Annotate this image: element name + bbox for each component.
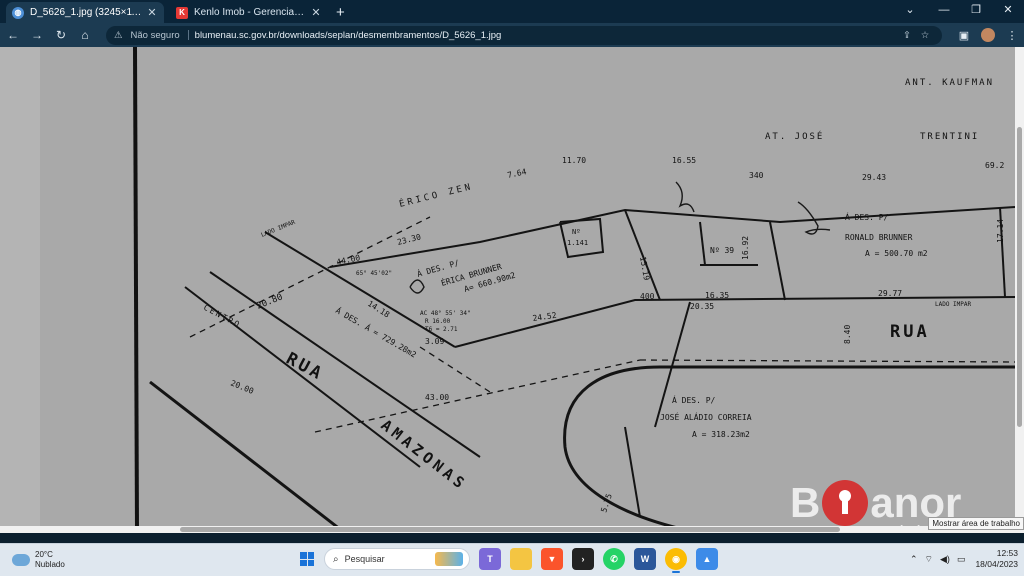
close-window-button[interactable]: ✕ xyxy=(992,0,1024,23)
word-icon[interactable]: W xyxy=(634,548,656,570)
star-icon[interactable]: ☆ xyxy=(916,30,934,41)
warning-icon[interactable]: ⚠ xyxy=(114,30,123,41)
image-viewer: ANT. KAUFMAN AT. JOSÉ TRENTINI ÉRICO ZEN… xyxy=(0,47,1024,533)
scroll-thumb[interactable] xyxy=(180,527,840,532)
measure-label: 400 xyxy=(640,292,655,301)
chrome-icon[interactable]: ◉ xyxy=(665,548,687,573)
close-tab-icon[interactable]: ✕ xyxy=(310,6,322,19)
menu-icon[interactable]: ⋮ xyxy=(1000,29,1024,42)
tab-strip: ◍ D_5626_1.jpg (3245×1146) ✕ K Kenlo Imo… xyxy=(0,0,1024,23)
lot-label: RONALD BRUNNER xyxy=(845,233,913,242)
measure-label: 29.77 xyxy=(878,289,902,298)
angle-note: R 16.00 xyxy=(425,318,451,325)
minimize-button[interactable]: — xyxy=(928,0,960,23)
measure-label: 43.00 xyxy=(425,393,449,402)
lot-label: A = 318.23m2 xyxy=(692,430,750,439)
search-icon: ⌕ xyxy=(333,553,339,565)
home-button[interactable]: ⌂ xyxy=(74,28,96,42)
measure-label: 16.55 xyxy=(672,156,696,165)
sidebar-icon[interactable]: ▣ xyxy=(952,29,976,42)
url-text[interactable]: blumenau.sc.gov.br/downloads/seplan/desm… xyxy=(195,30,898,41)
keyhole-icon xyxy=(822,480,869,526)
maximize-button[interactable]: ❐ xyxy=(960,0,992,23)
lot-label: A = 500.70 m2 xyxy=(865,249,928,258)
measure-label: 17.14 xyxy=(996,219,1005,243)
tab-title: D_5626_1.jpg (3245×1146) xyxy=(30,7,146,18)
kenlo-icon: K xyxy=(176,6,188,19)
lot-number: 1.141 xyxy=(567,239,588,247)
measure-label: 69.2 xyxy=(985,161,1004,170)
tab-search-button[interactable]: ⌄ xyxy=(892,0,928,23)
photos-icon[interactable]: ▲ xyxy=(696,548,718,570)
street-name: RUA xyxy=(890,322,930,342)
wifi-icon[interactable]: ⌔ xyxy=(925,554,933,565)
system-tray: ⌃ ⌔ ◀) ▭ 12:53 18/04/2023 xyxy=(903,548,1018,570)
margin-line xyxy=(133,47,139,533)
divider xyxy=(187,30,189,40)
tooltip: Mostrar área de trabalho xyxy=(928,517,1024,530)
address-bar[interactable]: ⚠ Não seguro blumenau.sc.gov.br/download… xyxy=(106,25,942,45)
weather-widget[interactable]: 20°C Nublado xyxy=(12,550,65,570)
clock-date: 18/04/2023 xyxy=(975,559,1018,569)
whatsapp-icon[interactable]: ✆ xyxy=(603,548,625,570)
paper-area xyxy=(0,47,1015,533)
clock[interactable]: 12:53 18/04/2023 xyxy=(975,548,1018,570)
back-button[interactable]: ← xyxy=(2,28,24,42)
brave-icon[interactable]: ▼ xyxy=(541,548,563,570)
vertical-scrollbar[interactable] xyxy=(1015,47,1024,533)
tab-image[interactable]: ◍ D_5626_1.jpg (3245×1146) ✕ xyxy=(6,2,164,23)
measure-label: 340 xyxy=(749,171,764,180)
lot-number: Nº 39 xyxy=(710,246,734,255)
measure-label: 20.35 xyxy=(690,302,714,311)
file-explorer-icon[interactable] xyxy=(510,548,532,570)
lot-number: Nº xyxy=(572,228,580,236)
lot-label: JOSÉ ALÁDIO CORREIA xyxy=(660,411,752,422)
measure-label: 16.35 xyxy=(705,291,729,300)
search-placeholder: Pesquisar xyxy=(344,554,385,564)
measure-label: 11.70 xyxy=(562,156,586,165)
owner-label: TRENTINI xyxy=(920,132,979,142)
close-tab-icon[interactable]: ✕ xyxy=(146,6,158,19)
window-controls: ⌄ — ❐ ✕ xyxy=(892,0,1024,23)
globe-icon: ◍ xyxy=(12,6,24,19)
security-label[interactable]: Não seguro xyxy=(131,30,180,41)
watermark-brand: B xyxy=(790,479,821,526)
profile-avatar[interactable] xyxy=(981,28,995,42)
share-icon[interactable]: ⇪ xyxy=(898,30,916,41)
cloud-icon xyxy=(12,554,30,566)
clock-time: 12:53 xyxy=(996,548,1018,558)
taskbar: 20°C Nublado ⌕ Pesquisar T ▼ › ✆ W ◉ ▲ ⌃… xyxy=(0,543,1024,576)
weather-desc: Nublado xyxy=(35,560,65,569)
new-tab-button[interactable]: + xyxy=(336,4,345,21)
chevron-up-icon[interactable]: ⌃ xyxy=(910,554,918,565)
scroll-thumb[interactable] xyxy=(1017,127,1022,427)
search-highlight-icon xyxy=(435,552,463,566)
owner-label: AT. JOSÉ xyxy=(765,130,824,142)
volume-icon[interactable]: ◀) xyxy=(940,554,950,565)
side-label: LADO IMPAR xyxy=(935,301,972,308)
tab-title: Kenlo Imob - Gerenciamento Adi xyxy=(194,7,310,18)
lot-label: Á DES. P/ xyxy=(672,394,716,405)
tab-kenlo[interactable]: K Kenlo Imob - Gerenciamento Adi ✕ xyxy=(170,2,328,23)
angle-note: T6 = 2.71 xyxy=(425,326,458,333)
measure-label: 8.40 xyxy=(843,325,852,344)
start-button[interactable] xyxy=(296,548,318,570)
reload-button[interactable]: ↻ xyxy=(50,28,72,42)
owner-label: ANT. KAUFMAN xyxy=(905,78,994,88)
survey-drawing: ANT. KAUFMAN AT. JOSÉ TRENTINI ÉRICO ZEN… xyxy=(0,47,1016,533)
measure-label: 3.09 xyxy=(425,337,444,346)
horizontal-scrollbar[interactable] xyxy=(0,526,1015,533)
teams-icon[interactable]: T xyxy=(479,548,501,570)
measure-label: 16.92 xyxy=(741,236,750,260)
lot-label: Á DES. P/ xyxy=(845,211,889,222)
angle-note: AC 48° 55' 34" xyxy=(420,310,471,317)
forward-button[interactable]: → xyxy=(26,28,48,42)
browser-toolbar: ← → ↻ ⌂ ⚠ Não seguro blumenau.sc.gov.br/… xyxy=(0,23,1024,47)
weather-temp: 20°C xyxy=(35,550,53,559)
battery-icon[interactable]: ▭ xyxy=(957,554,966,565)
search-box[interactable]: ⌕ Pesquisar xyxy=(324,548,470,570)
measure-label: 29.43 xyxy=(862,173,886,182)
angle-note: 65° 45'02" xyxy=(356,270,392,277)
terminal-icon[interactable]: › xyxy=(572,548,594,570)
